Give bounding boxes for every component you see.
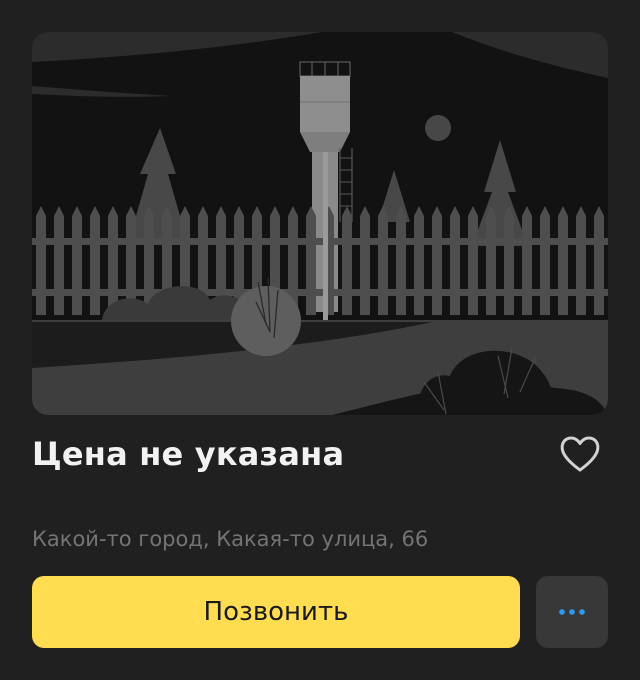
ellipsis-icon (559, 609, 585, 615)
call-button[interactable]: Позвонить (32, 576, 520, 648)
favorite-button[interactable] (552, 430, 608, 478)
heart-outline-icon (560, 436, 600, 472)
listing-photo[interactable] (32, 32, 608, 415)
price-text: Цена не указана (32, 435, 345, 473)
placeholder-illustration (32, 32, 608, 415)
address-text: Какой-то город, Какая-то улица, 66 (32, 527, 429, 551)
more-options-button[interactable] (536, 576, 608, 648)
listing-card[interactable]: Цена не указана Какой-то город, Какая-то… (0, 0, 640, 680)
